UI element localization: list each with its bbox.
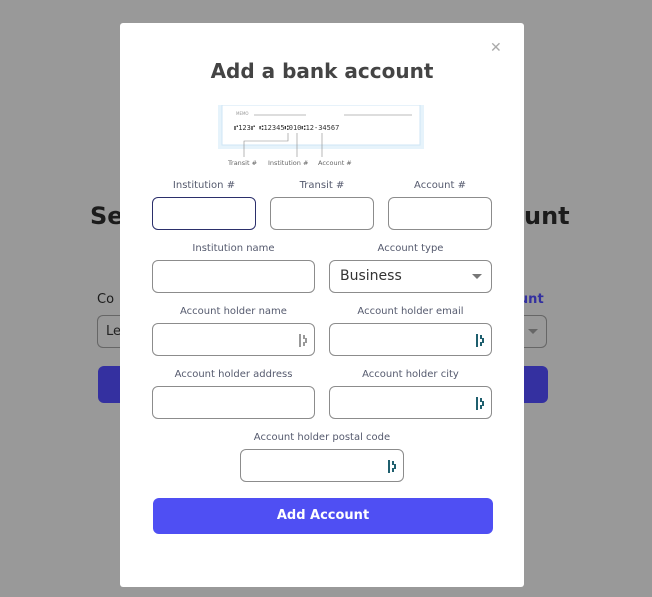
holder-address-label: Account holder address — [174, 369, 293, 380]
password-manager-icon[interactable] — [476, 334, 485, 347]
holder-email-label: Account holder email — [357, 306, 464, 317]
cheque-account-label: Account # — [318, 159, 352, 167]
holder-address-input[interactable] — [152, 386, 315, 419]
institution-name-input[interactable] — [152, 260, 315, 293]
password-manager-icon[interactable] — [388, 460, 397, 473]
cheque-memo: MEMO — [236, 111, 249, 116]
holder-postal-input[interactable] — [240, 449, 404, 482]
institution-number-input[interactable] — [152, 197, 256, 230]
account-type-value: Business — [340, 268, 402, 284]
background-title-fragment: Se — [90, 202, 124, 230]
holder-name-input[interactable] — [152, 323, 315, 356]
cheque-micr: ⑈123⑈ ⑆12345⑆010⑆12-34567 — [234, 124, 339, 132]
background-label: Co — [97, 292, 115, 307]
cheque-institution-label: Institution # — [268, 159, 308, 167]
background-title-fragment: unt — [524, 202, 570, 230]
holder-email-input[interactable] — [329, 323, 492, 356]
institution-name-label: Institution name — [192, 243, 275, 254]
modal-title: Add a bank account — [210, 59, 434, 83]
institution-number-label: Institution # — [172, 180, 236, 191]
transit-number-input[interactable] — [270, 197, 374, 230]
password-manager-icon[interactable] — [476, 397, 485, 410]
holder-city-input[interactable] — [329, 386, 492, 419]
holder-name-label: Account holder name — [180, 306, 287, 317]
account-number-label: Account # — [414, 180, 466, 191]
account-type-label: Account type — [377, 243, 444, 254]
cheque-transit-label: Transit # — [227, 159, 257, 167]
chevron-down-icon — [472, 274, 482, 279]
close-icon[interactable]: ✕ — [490, 40, 502, 56]
transit-number-label: Transit # — [299, 180, 345, 191]
add-bank-account-modal: ✕ Add a bank account MEMO ⑈123⑈ ⑆12345⑆0… — [120, 23, 524, 587]
cheque-diagram: MEMO ⑈123⑈ ⑆12345⑆010⑆12-34567 Transit #… — [218, 105, 424, 167]
add-account-button[interactable]: Add Account — [153, 498, 493, 534]
account-type-select[interactable]: Business — [329, 260, 492, 293]
account-number-input[interactable] — [388, 197, 492, 230]
chevron-down-icon — [528, 329, 538, 334]
holder-postal-label: Account holder postal code — [253, 432, 391, 443]
password-manager-icon[interactable] — [299, 334, 308, 347]
holder-city-label: Account holder city — [362, 369, 459, 380]
